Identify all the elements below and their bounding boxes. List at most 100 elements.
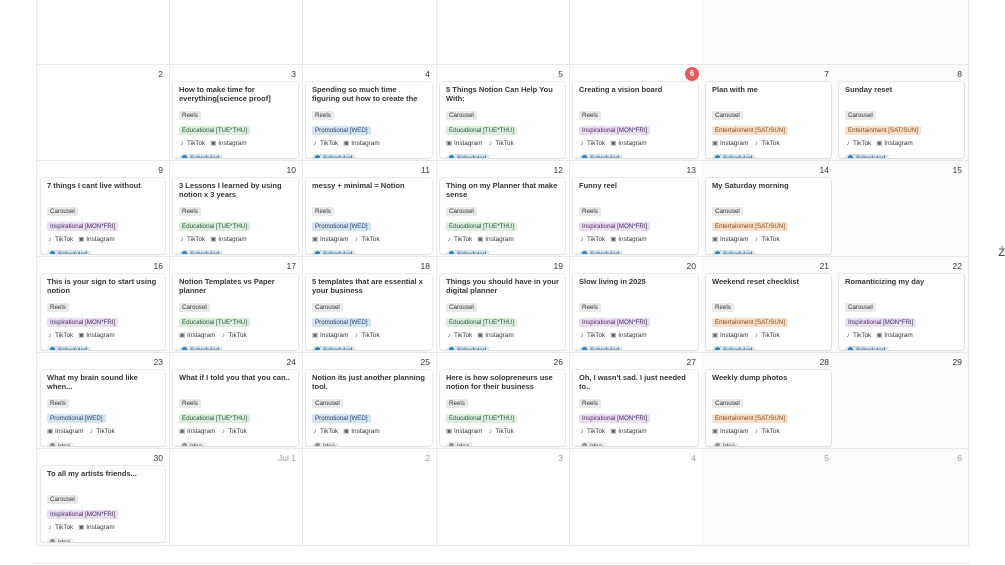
- content-event-card[interactable]: Things you should have in your digital p…: [440, 274, 565, 350]
- content-event-card[interactable]: What my brain sound like when... Reels Pro…: [41, 370, 165, 446]
- status-label: Idea: [723, 443, 735, 446]
- content-event-card[interactable]: Creating a vision board Reels Inspirationa…: [573, 82, 698, 158]
- calendar-day-cell[interactable]: 4: [569, 449, 703, 546]
- calendar-day-cell[interactable]: 5 5 Things Notion Can Help You With: Carou…: [436, 65, 570, 161]
- content-event-card[interactable]: Oh, I wasn't sad. I just needed to.. Reel…: [573, 370, 698, 446]
- calendar-day-cell[interactable]: 2: [36, 65, 170, 161]
- content-event-card[interactable]: Thing on my Planner that make sense Carou…: [440, 178, 565, 254]
- calendar-day-cell[interactable]: [36, 0, 170, 65]
- content-event-card[interactable]: messy + minimal = Notion Reels Promotional…: [306, 178, 432, 254]
- content-event-card[interactable]: 5 templates that are essential x your bu…: [306, 274, 432, 350]
- calendar-day-cell[interactable]: 24 What if I told you that you can.. Reels…: [169, 353, 303, 449]
- calendar-day-cell[interactable]: 14 My Saturday morning Carousel Entertainme…: [702, 161, 836, 257]
- calendar-day-cell[interactable]: 13 Funny reel Reels Inspirational [MON*FRI]…: [569, 161, 703, 257]
- category-tag: Inspirational [MON*FRI]: [47, 510, 119, 519]
- content-event-card[interactable]: Sunday reset Carousel Entertainment [SAT/S…: [839, 82, 964, 158]
- calendar-day-cell[interactable]: 5: [702, 449, 836, 546]
- calendar-day-cell[interactable]: 29: [835, 353, 969, 449]
- content-event-card[interactable]: Notion Templates vs Paper planner Carouse…: [173, 274, 298, 350]
- platform-label: TikTok: [587, 428, 606, 435]
- content-event-card[interactable]: How to make time for everything[science …: [173, 82, 298, 158]
- status-label: Idea: [457, 443, 469, 446]
- status-label: Scheduled: [457, 251, 486, 254]
- calendar-day-cell[interactable]: 22 Romanticizing my day Carousel Inspiratio…: [835, 257, 969, 353]
- content-event-card[interactable]: Here is how solopreneurs use notion for …: [440, 370, 565, 446]
- calendar-day-cell[interactable]: 17 Notion Templates vs Paper planner Carou…: [169, 257, 303, 353]
- calendar-day-cell[interactable]: 23 What my brain sound like when... Reels P…: [36, 353, 170, 449]
- calendar-day-cell[interactable]: 18 5 templates that are essential x your …: [302, 257, 437, 353]
- calendar-day-cell[interactable]: 16 This is your sign to start using notio…: [36, 257, 170, 353]
- status-label: Scheduled: [190, 155, 219, 158]
- calendar-day-cell[interactable]: 10 3 Lessons I learned by using notion x …: [169, 161, 303, 257]
- calendar-day-cell[interactable]: [569, 0, 703, 65]
- calendar-day-cell[interactable]: 3: [436, 449, 570, 546]
- format-badge: Reels: [579, 111, 601, 120]
- content-event-card[interactable]: Funny reel Reels Inspirational [MON*FRI] ♪ T…: [573, 178, 698, 254]
- calendar-day-cell[interactable]: [436, 0, 570, 65]
- calendar-day-cell[interactable]: 3 How to make time for everything[science…: [169, 65, 303, 161]
- status-badge: Scheduled: [712, 250, 757, 254]
- status-label: Scheduled: [723, 347, 752, 350]
- category-tag: Promotional [WED]: [47, 414, 106, 423]
- content-event-card[interactable]: Weekly dump photos Carousel Entertainment …: [706, 370, 831, 446]
- content-event-card[interactable]: To all my artists friends... Carousel Insp…: [41, 466, 165, 542]
- calendar-day-cell[interactable]: 28 Weekly dump photos Carousel Entertainmen…: [702, 353, 836, 449]
- calendar-day-cell[interactable]: [835, 0, 969, 65]
- calendar-day-cell[interactable]: 27 Oh, I wasn't sad. I just needed to.. Re…: [569, 353, 703, 449]
- content-event-card[interactable]: This is your sign to start using notion R…: [41, 274, 165, 350]
- content-event-card[interactable]: 3 Lessons I learned by using notion x 3 …: [173, 178, 298, 254]
- calendar-day-cell[interactable]: 19 Things you should have in your digital…: [436, 257, 570, 353]
- calendar-day-cell[interactable]: 25 Notion its just another planning tool.…: [302, 353, 437, 449]
- status-dot-icon: [449, 347, 454, 350]
- calendar-day-cell[interactable]: 11 messy + minimal = Notion Reels Promotion…: [302, 161, 437, 257]
- calendar-day-cell[interactable]: [169, 0, 303, 65]
- content-event-card[interactable]: 5 Things Notion Can Help You With: Carous…: [440, 82, 565, 158]
- platform-list: ♪ TikTok ▣ Instagram: [579, 427, 692, 435]
- calendar-day-cell[interactable]: 8 Sunday reset Carousel Entertainment [SAT/…: [835, 65, 969, 161]
- event-title: Here is how solopreneurs use notion for …: [446, 373, 553, 391]
- calendar-day-cell[interactable]: 6 Creating a vision board Reels Inspiration…: [569, 65, 703, 161]
- instagram-icon: ▣: [610, 428, 617, 435]
- day-number: 23: [153, 357, 163, 367]
- status-badge: Scheduled: [179, 154, 224, 158]
- calendar-day-cell[interactable]: 6: [835, 449, 969, 546]
- calendar-day-cell[interactable]: 26 Here is how solopreneurs use notion fo…: [436, 353, 570, 449]
- calendar-day-cell[interactable]: 7 Plan with me Carousel Entertainment [SAT/…: [702, 65, 836, 161]
- platform-label: Instagram: [187, 332, 216, 339]
- status-label: Idea: [58, 443, 70, 446]
- content-event-card[interactable]: Weekend reset checklist Reels Entertainmen…: [706, 274, 831, 350]
- event-title: Notion Templates vs Paper planner: [179, 277, 275, 295]
- format-badge: Carousel: [446, 111, 477, 120]
- content-event-card[interactable]: Plan with me Carousel Entertainment [SAT/S…: [706, 82, 831, 158]
- content-event-card[interactable]: Notion its just another planning tool. Ca…: [306, 370, 432, 446]
- calendar-day-cell[interactable]: 15: [835, 161, 969, 257]
- calendar-day-cell[interactable]: 21 Weekend reset checklist Reels Entertainm…: [702, 257, 836, 353]
- status-label: Scheduled: [457, 347, 486, 350]
- format-badge: Carousel: [712, 207, 743, 216]
- calendar-day-cell[interactable]: [702, 0, 836, 65]
- content-event-card[interactable]: Slow living in 2025 Reels Inspirational [M…: [573, 274, 698, 350]
- category-tag: Educational [TUE*THU]: [446, 222, 517, 231]
- platform-label: Instagram: [720, 236, 749, 243]
- category-tag: Entertainment [SAT/SUN]: [712, 126, 789, 135]
- status-dot-icon: [50, 347, 55, 350]
- content-event-card[interactable]: My Saturday morning Carousel Entertainment…: [706, 178, 831, 254]
- calendar-day-cell[interactable]: 20 Slow living in 2025 Reels Inspirational …: [569, 257, 703, 353]
- platform-label: Instagram: [485, 332, 514, 339]
- status-badge: Scheduled: [446, 154, 491, 158]
- calendar-day-cell[interactable]: 9 7 things I cant live without Carousel Ins…: [36, 161, 170, 257]
- calendar-day-cell[interactable]: 30 To all my artists friends... Carousel In…: [36, 449, 170, 546]
- content-event-card[interactable]: Spending so much time figuring out how t…: [306, 82, 432, 158]
- calendar-day-cell[interactable]: Jul 1: [169, 449, 303, 546]
- content-event-card[interactable]: What if I told you that you can.. Reels Ed…: [173, 370, 298, 446]
- content-event-card[interactable]: Romanticizing my day Carousel Inspirationa…: [839, 274, 964, 350]
- calendar-day-cell[interactable]: [302, 0, 437, 65]
- calendar-day-cell[interactable]: 4 Spending so much time figuring out how …: [302, 65, 437, 161]
- content-event-card[interactable]: 7 things I cant live without Carousel Insp…: [41, 178, 165, 254]
- calendar-day-cell[interactable]: 12 Thing on my Planner that make sense Car…: [436, 161, 570, 257]
- status-dot-icon: [582, 155, 587, 158]
- calendar-day-cell[interactable]: 2: [302, 449, 437, 546]
- status-label: Idea: [190, 443, 202, 446]
- status-badge: Scheduled: [845, 154, 890, 158]
- platform-label: TikTok: [761, 428, 780, 435]
